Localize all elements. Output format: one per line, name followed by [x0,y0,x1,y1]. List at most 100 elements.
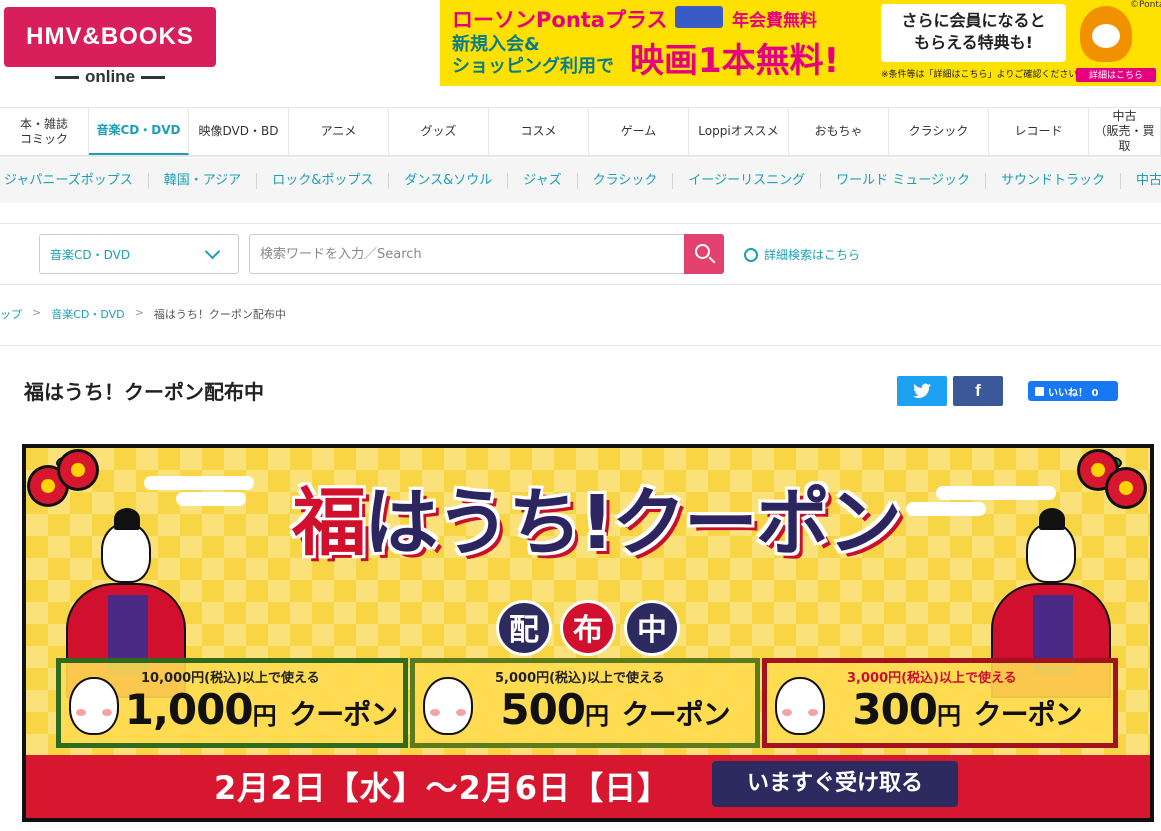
coupon-500[interactable]: 5,000円(税込)以上で使える 500円 クーポン [410,658,760,748]
sub-nav-item[interactable]: 中古 [1121,173,1161,189]
divider [0,345,1161,346]
site-logo[interactable]: HMV&BOOKS [4,7,216,67]
coupon-condition: 5,000円(税込)以上で使える [495,671,665,686]
nav-item[interactable]: 映像DVD・BD [189,108,289,155]
nav-item[interactable]: Loppiオススメ [689,108,789,155]
nav-item[interactable]: 中古 （販売・買取 [1089,108,1161,155]
amount-unit: 円 [585,702,609,730]
sub-nav-item[interactable]: ワールド ミュージック [821,172,986,189]
ad-benefit-1: さらに会員になると [901,11,1046,30]
breadcrumb-separator: > [134,306,144,319]
ad-big-text: 映画1本無料! [630,41,840,81]
ad-subline: 新規入会& ショッピング利用で [452,34,614,78]
campaign-period: 2月2日【水】〜2月6日【日】 [214,769,671,807]
sub-nav-item[interactable]: クラシック [578,172,674,189]
badge-circle: 中 [624,600,680,656]
nav-item[interactable]: グッズ [389,108,489,155]
breadcrumb-current: 福はうち！クーポン配布中 [153,308,286,321]
ad-subline-2: ショッピング利用で [452,56,614,77]
okame-mask-icon [423,677,473,735]
banner-title-rest: はうち!クーポン [364,480,902,566]
amount-label: クーポン [621,698,731,731]
nav-item[interactable]: コスメ [489,108,589,155]
page-title: 福はうち！クーポン配布中 [24,380,264,404]
twitter-icon [913,383,931,398]
ad-benefit-box: さらに会員になると もらえる特典も! [881,4,1066,62]
ad-detail-button[interactable]: 詳細はこちら [1076,68,1156,82]
nav-item[interactable]: 本・雑誌 コミック [0,108,89,155]
breadcrumb: ップ > 音楽CD・DVD > 福はうち！クーポン配布中 [0,306,286,322]
logo-sub-text: online [84,67,136,86]
ad-benefit-2: もらえる特典も! [914,33,1033,52]
amount-unit: 円 [252,702,277,730]
coupon-amount: 500円 クーポン [475,685,755,734]
nav-item[interactable]: おもちゃ [789,108,889,155]
search-input[interactable] [249,234,685,274]
amount-label: クーポン [973,698,1083,731]
nav-item[interactable]: アニメ [289,108,389,155]
ad-headline: ローソンPontaプラス [452,8,668,32]
okame-mask-icon [69,677,119,735]
amount-value: 1,000 [124,685,254,734]
thumbs-up-icon [1035,386,1044,396]
amount-unit: 円 [937,702,961,730]
badge-circle: 布 [560,600,616,656]
ad-note: ※条件等は「詳細はこちら」よりご確認ください。 [881,70,1087,80]
main-nav: 本・雑誌 コミック 音楽CD・DVD 映像DVD・BD アニメ グッズ コスメ ゲーム Lop… [0,107,1161,157]
dash-right [141,76,166,80]
dash-left [54,76,79,80]
sub-nav-item[interactable]: サウンドトラック [986,172,1121,189]
badge-circle: 配 [496,600,552,656]
coupon-condition: 10,000円(税込)以上で使える [141,671,320,686]
hair [114,508,140,530]
nav-item[interactable]: ゲーム [589,108,689,155]
sub-nav-item[interactable]: ダンス&ソウル [389,172,509,189]
sub-nav-item[interactable]: イージーリスニング [673,172,822,189]
face [1026,523,1076,583]
ad-fee: 年会費無料 [732,11,817,31]
okame-mask-icon [775,677,825,735]
ad-subline-1: 新規入会& [452,34,540,55]
date-band: 2月2日【水】〜2月6日【日】 いますぐ受け取る [26,755,1150,818]
sub-nav: ジャパニーズポップス 韓国・アジア ロック&ポップス ダンス&ソウル ジャズ クラシックイ… [0,158,1161,203]
ad-copyright: ©Ponta [1130,0,1161,10]
breadcrumb-music[interactable]: 音楽CD・DVD [51,306,124,322]
facebook-share-button[interactable]: f [953,376,1003,406]
coupon-amount: 300円 クーポン [827,685,1107,734]
ponta-ad-banner[interactable]: ローソンPontaプラス 年会費無料 新規入会& ショッピング利用で 映画1本無… [440,0,1161,86]
banner-title-first: 福 [292,480,366,566]
hair [1039,508,1065,530]
sub-nav-item[interactable]: 韓国・アジア [149,172,258,189]
twitter-share-button[interactable] [897,376,947,406]
sub-nav-item[interactable]: ロック&ポップス [257,172,390,189]
amount-label: クーポン [289,698,398,731]
advanced-search-link[interactable]: 詳細検索はこちら [744,246,860,263]
coupon-1000[interactable]: 10,000円(税込)以上で使える 1,000円 クーポン [56,658,408,748]
search-icon-handle [708,256,716,264]
nav-item[interactable]: 音楽CD・DVD [89,108,189,155]
facebook-like-button[interactable]: いいね！ 0 [1028,381,1118,401]
face [101,523,151,583]
breadcrumb-top[interactable]: ップ [0,306,22,322]
nav-item[interactable]: クラシック [889,108,989,155]
amount-value: 300 [852,685,938,734]
banner-title: 福はうち!クーポン [236,468,956,578]
coupon-condition: 3,000円(税込)以上で使える [847,671,1017,686]
like-label: いいね！ 0 [1048,387,1099,399]
sub-nav-item[interactable]: ジャパニーズポップス [0,172,149,189]
logo-subtitle[interactable]: online [4,67,216,93]
camellia-icon [1108,470,1144,506]
ponta-mascot-icon [1080,6,1132,62]
coupon-banner[interactable]: 福はうち!クーポン 配 布 中 10,000円(税込)以上で使える 1,000円… [22,444,1154,822]
advanced-search-label: 詳細検索はこちら [764,248,861,262]
coupon-amount: 1,000円 クーポン [121,685,401,734]
breadcrumb-separator: > [32,306,42,319]
nav-item[interactable]: レコード [989,108,1089,155]
coupon-300[interactable]: 3,000円(税込)以上で使える 300円 クーポン [762,658,1118,748]
search-button[interactable] [684,234,724,274]
card-icon [675,6,723,28]
zoom-in-icon [744,247,758,262]
sub-nav-item[interactable]: ジャズ [508,172,578,189]
receive-coupon-button[interactable]: いますぐ受け取る [712,761,958,807]
amount-value: 500 [500,685,586,734]
